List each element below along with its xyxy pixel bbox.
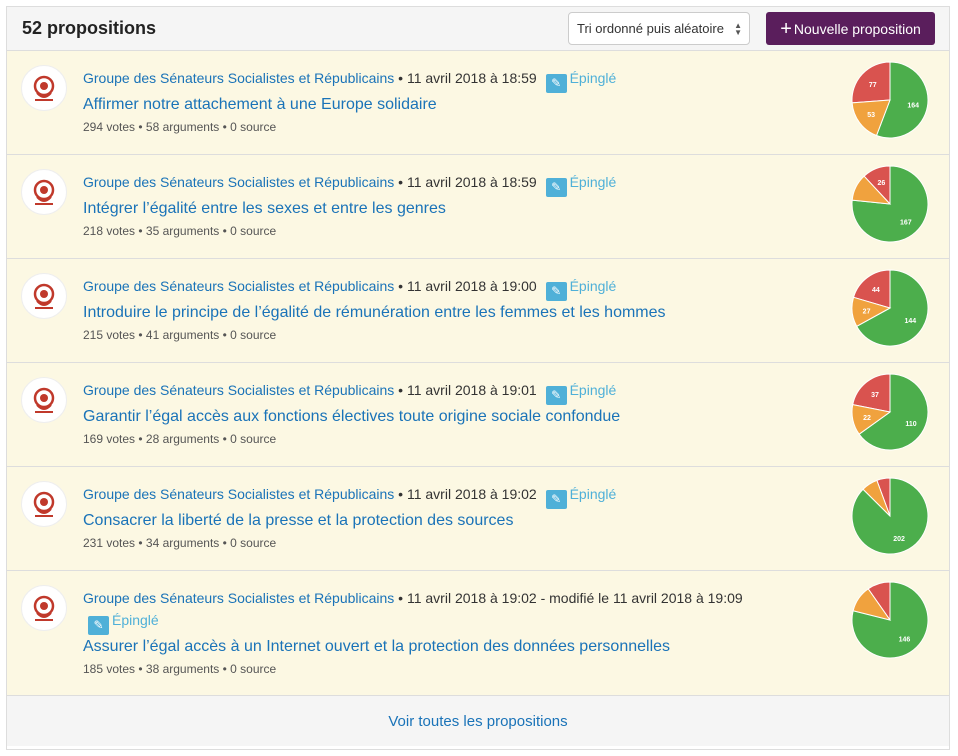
pie-label-mixed: 27 (863, 309, 871, 316)
author-link[interactable]: Groupe des Sénateurs Socialistes et Répu… (83, 174, 394, 190)
select-arrows-icon: ▲ ▼ (734, 21, 742, 37)
avatar[interactable] (21, 273, 67, 319)
author-link[interactable]: Groupe des Sénateurs Socialistes et Répu… (83, 486, 394, 502)
propositions-count-title: 52 propositions (22, 18, 157, 38)
proposition-meta: Groupe des Sénateurs Socialistes et Répu… (83, 67, 763, 93)
author-link[interactable]: Groupe des Sénateurs Socialistes et Répu… (83, 70, 394, 86)
new-proposition-button[interactable]: + Nouvelle proposition (766, 12, 935, 45)
proposition-stats: 218 votes • 35 arguments • 0 source (83, 224, 277, 238)
proposition-content: Groupe des Sénateurs Socialistes et Répu… (83, 379, 763, 446)
proposition-title-link[interactable]: Introduire le principe de l’égalité de r… (83, 301, 763, 325)
proposition-date: • 11 avril 2018 à 19:00 (394, 278, 537, 294)
proposition-meta: Groupe des Sénateurs Socialistes et Répu… (83, 275, 763, 301)
proposition-meta: Groupe des Sénateurs Socialistes et Répu… (83, 171, 763, 197)
proposition-title-link[interactable]: Affirmer notre attachement à une Europe … (83, 93, 763, 117)
pie-label-for: 167 (900, 219, 912, 226)
proposition-meta: Groupe des Sénateurs Socialistes et Répu… (83, 483, 763, 509)
party-logo-icon (33, 387, 55, 413)
pie-label-against: 26 (877, 180, 885, 187)
panel-header: 52 propositions Tri ordonné puis aléatoi… (7, 7, 949, 51)
party-logo-icon (33, 179, 55, 205)
votes-pie-chart: 26 167 (851, 165, 929, 243)
proposition-date: • 11 avril 2018 à 18:59 (394, 174, 537, 190)
proposition-item: Groupe des Sénateurs Socialistes et Répu… (7, 155, 949, 259)
pie-label-for: 144 (904, 318, 916, 325)
proposition-item: Groupe des Sénateurs Socialistes et Répu… (7, 51, 949, 155)
new-proposition-label: Nouvelle proposition (793, 20, 921, 37)
pin-icon: ✎ (545, 386, 567, 405)
proposition-date: • 11 avril 2018 à 19:02 - modifié le 11 … (394, 590, 743, 606)
pie-label-for: 202 (893, 536, 905, 543)
pie-label-for: 146 (899, 637, 911, 644)
avatar[interactable] (21, 585, 67, 631)
proposition-content: Groupe des Sénateurs Socialistes et Répu… (83, 275, 763, 342)
proposition-stats: 185 votes • 38 arguments • 0 source (83, 662, 277, 676)
pin-icon: ✎ (545, 178, 567, 197)
pin-icon: ✎ (545, 282, 567, 301)
proposition-item: Groupe des Sénateurs Socialistes et Répu… (7, 571, 949, 696)
proposition-title-link[interactable]: Consacrer la liberté de la presse et la … (83, 509, 763, 533)
sort-select[interactable]: Tri ordonné puis aléatoire ▲ ▼ (568, 12, 750, 45)
proposition-item: Groupe des Sénateurs Socialistes et Répu… (7, 259, 949, 363)
plus-icon: + (780, 17, 792, 40)
avatar[interactable] (21, 169, 67, 215)
proposition-stats: 169 votes • 28 arguments • 0 source (83, 432, 277, 446)
votes-pie-chart: 77 164 53 (851, 61, 929, 139)
votes-pie-chart: 44 144 27 (851, 269, 929, 347)
author-link[interactable]: Groupe des Sénateurs Socialistes et Répu… (83, 382, 394, 398)
party-logo-icon (33, 595, 55, 621)
propositions-list: Groupe des Sénateurs Socialistes et Répu… (7, 51, 949, 696)
pinned-label: Épinglé (569, 486, 617, 502)
pin-icon: ✎ (88, 616, 109, 635)
pie-label-mixed: 22 (863, 415, 871, 422)
proposition-item: Groupe des Sénateurs Socialistes et Répu… (7, 467, 949, 571)
author-link[interactable]: Groupe des Sénateurs Socialistes et Répu… (83, 278, 394, 294)
pie-label-mixed: 53 (867, 112, 875, 119)
pie-label-against: 77 (869, 82, 877, 89)
proposition-date: • 11 avril 2018 à 19:01 (394, 382, 537, 398)
proposition-stats: 294 votes • 58 arguments • 0 source (83, 120, 277, 134)
proposition-stats: 215 votes • 41 arguments • 0 source (83, 328, 277, 342)
party-logo-icon (33, 75, 55, 101)
propositions-panel: 52 propositions Tri ordonné puis aléatoi… (6, 6, 950, 750)
pie-label-for: 110 (905, 421, 916, 428)
proposition-content: Groupe des Sénateurs Socialistes et Répu… (83, 483, 763, 550)
proposition-title-link[interactable]: Intégrer l’égalité entre les sexes et en… (83, 197, 763, 221)
pinned-label: Épinglé (112, 612, 159, 628)
proposition-meta: Groupe des Sénateurs Socialistes et Répu… (83, 379, 763, 405)
avatar[interactable] (21, 481, 67, 527)
pinned-label: Épinglé (569, 174, 617, 190)
pin-icon: ✎ (545, 74, 567, 93)
avatar[interactable] (21, 377, 67, 423)
proposition-date: • 11 avril 2018 à 18:59 (394, 70, 537, 86)
proposition-content: Groupe des Sénateurs Socialistes et Répu… (83, 171, 763, 238)
party-logo-icon (33, 491, 55, 517)
proposition-title-link[interactable]: Assurer l’égal accès à un Internet ouver… (83, 635, 763, 659)
votes-pie-chart: 37 110 22 (851, 373, 929, 451)
party-logo-icon (33, 283, 55, 309)
sort-select-value: Tri ordonné puis aléatoire (577, 21, 724, 36)
pinned-label: Épinglé (569, 278, 617, 294)
proposition-content: Groupe des Sénateurs Socialistes et Répu… (83, 587, 763, 676)
proposition-content: Groupe des Sénateurs Socialistes et Répu… (83, 67, 763, 134)
votes-pie-chart: 146 (851, 581, 929, 659)
author-link[interactable]: Groupe des Sénateurs Socialistes et Répu… (83, 590, 394, 606)
pie-label-for: 164 (907, 102, 919, 109)
proposition-stats: 231 votes • 34 arguments • 0 source (83, 536, 277, 550)
see-all-propositions-link[interactable]: Voir toutes les propositions (7, 696, 949, 746)
votes-pie-chart: 202 (851, 477, 929, 555)
proposition-title-link[interactable]: Garantir l’égal accès aux fonctions élec… (83, 405, 763, 429)
proposition-item: Groupe des Sénateurs Socialistes et Répu… (7, 363, 949, 467)
pinned-label: Épinglé (569, 70, 617, 86)
pin-icon: ✎ (545, 490, 567, 509)
pie-label-against: 37 (871, 392, 879, 399)
avatar[interactable] (21, 65, 67, 111)
pie-label-against: 44 (872, 287, 880, 294)
pinned-label: Épinglé (569, 382, 617, 398)
proposition-meta: Groupe des Sénateurs Socialistes et Répu… (83, 587, 763, 635)
proposition-date: • 11 avril 2018 à 19:02 (394, 486, 537, 502)
